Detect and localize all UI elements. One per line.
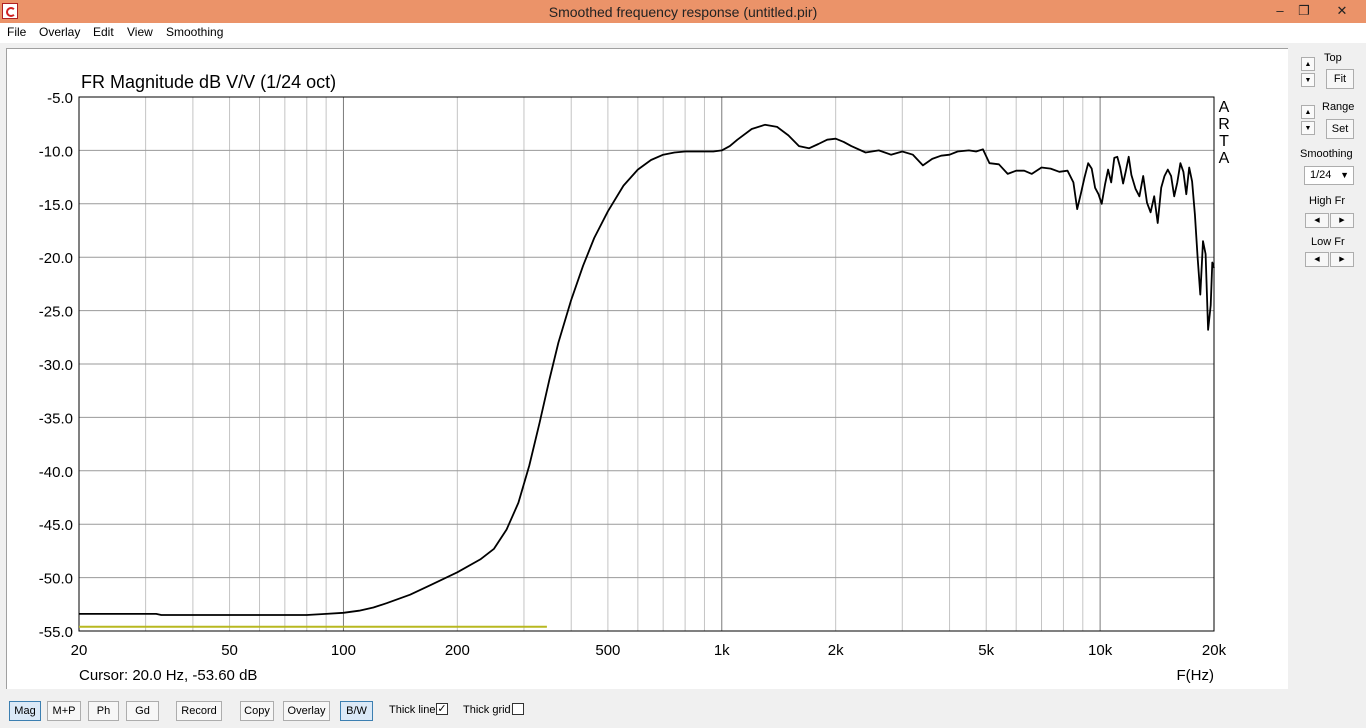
minimize-button[interactable]: – — [1268, 0, 1292, 22]
range-label: Range — [1322, 101, 1355, 113]
mp-button[interactable]: M+P — [47, 701, 81, 721]
range-down-button[interactable]: ▼ — [1301, 121, 1315, 135]
title-bar: Smoothed frequency response (untitled.pi… — [0, 0, 1366, 23]
low-fr-left-button[interactable]: ◀ — [1305, 252, 1329, 267]
menu-overlay[interactable]: Overlay — [39, 25, 80, 39]
thick-grid-label: Thick grid — [463, 704, 511, 716]
gd-button[interactable]: Gd — [126, 701, 159, 721]
copy-button[interactable]: Copy — [240, 701, 274, 721]
smoothing-select-value: 1/24 — [1310, 169, 1332, 181]
low-fr-label: Low Fr — [1311, 236, 1345, 248]
set-button[interactable]: Set — [1326, 119, 1354, 139]
checkmark-icon: ✓ — [437, 703, 447, 715]
fit-button[interactable]: Fit — [1326, 69, 1354, 89]
mag-button[interactable]: Mag — [9, 701, 41, 721]
thick-grid-checkbox[interactable] — [512, 703, 524, 715]
menu-view[interactable]: View — [127, 25, 153, 39]
smoothing-select[interactable]: 1/24 ▼ — [1304, 166, 1354, 185]
restore-button[interactable]: ❐ — [1292, 0, 1316, 22]
high-fr-right-button[interactable]: ▶ — [1330, 213, 1354, 228]
low-fr-right-button[interactable]: ▶ — [1330, 252, 1354, 267]
record-button[interactable]: Record — [176, 701, 222, 721]
range-up-button[interactable]: ▲ — [1301, 105, 1315, 119]
top-down-button[interactable]: ▼ — [1301, 73, 1315, 87]
top-up-button[interactable]: ▲ — [1301, 57, 1315, 71]
thick-line-label: Thick line — [389, 704, 436, 716]
high-fr-label: High Fr — [1309, 195, 1346, 207]
top-label: Top — [1324, 52, 1342, 64]
menu-file[interactable]: File — [7, 25, 26, 39]
window-title: Smoothed frequency response (untitled.pi… — [548, 4, 818, 20]
smoothing-label: Smoothing — [1300, 148, 1353, 160]
high-fr-left-button[interactable]: ◀ — [1305, 213, 1329, 228]
close-button[interactable]: ✕ — [1322, 0, 1362, 22]
menu-edit[interactable]: Edit — [93, 25, 114, 39]
menu-bar: File Overlay Edit View Smoothing — [0, 23, 1366, 43]
chevron-down-icon: ▼ — [1340, 170, 1349, 180]
thick-line-checkbox[interactable]: ✓ — [436, 703, 448, 715]
overlay-button[interactable]: Overlay — [283, 701, 330, 721]
plot-panel[interactable] — [6, 48, 1288, 689]
bw-button[interactable]: B/W — [340, 701, 373, 721]
ph-button[interactable]: Ph — [88, 701, 119, 721]
menu-smoothing[interactable]: Smoothing — [166, 25, 223, 39]
